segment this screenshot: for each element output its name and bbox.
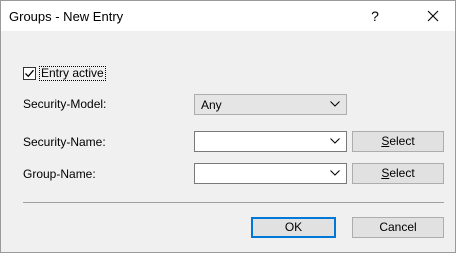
checkmark-icon <box>25 69 34 78</box>
security-model-dropdown[interactable]: Any <box>194 94 347 115</box>
window-title: Groups - New Entry <box>9 9 124 24</box>
group-name-combobox[interactable] <box>194 163 347 184</box>
chevron-down-icon[interactable] <box>330 138 340 144</box>
security-name-select-button[interactable]: Select <box>352 131 444 152</box>
dialog-window: Groups - New Entry ? Entry active Securi… <box>0 0 456 253</box>
title-bar: Groups - New Entry ? <box>1 1 455 31</box>
separator-line <box>23 202 444 203</box>
dialog-body: Entry active Security-Model: Any Securit… <box>1 31 455 252</box>
group-name-label: Group-Name: <box>23 167 96 181</box>
security-model-value: Any <box>201 98 222 112</box>
entry-active-checkbox[interactable] <box>23 67 36 80</box>
ok-button[interactable]: OK <box>251 217 336 238</box>
security-name-combobox[interactable] <box>194 131 347 152</box>
help-button[interactable]: ? <box>361 1 389 31</box>
security-name-label: Security-Name: <box>23 135 106 149</box>
group-name-select-button[interactable]: Select <box>352 163 444 184</box>
cancel-button[interactable]: Cancel <box>352 217 444 238</box>
entry-active-label: Entry active <box>39 66 106 81</box>
entry-active-checkbox-row[interactable]: Entry active <box>23 66 106 81</box>
chevron-down-icon[interactable] <box>330 170 340 176</box>
close-button[interactable] <box>416 1 450 31</box>
close-icon <box>427 10 439 22</box>
chevron-down-icon <box>330 101 340 107</box>
security-model-label: Security-Model: <box>23 97 107 111</box>
